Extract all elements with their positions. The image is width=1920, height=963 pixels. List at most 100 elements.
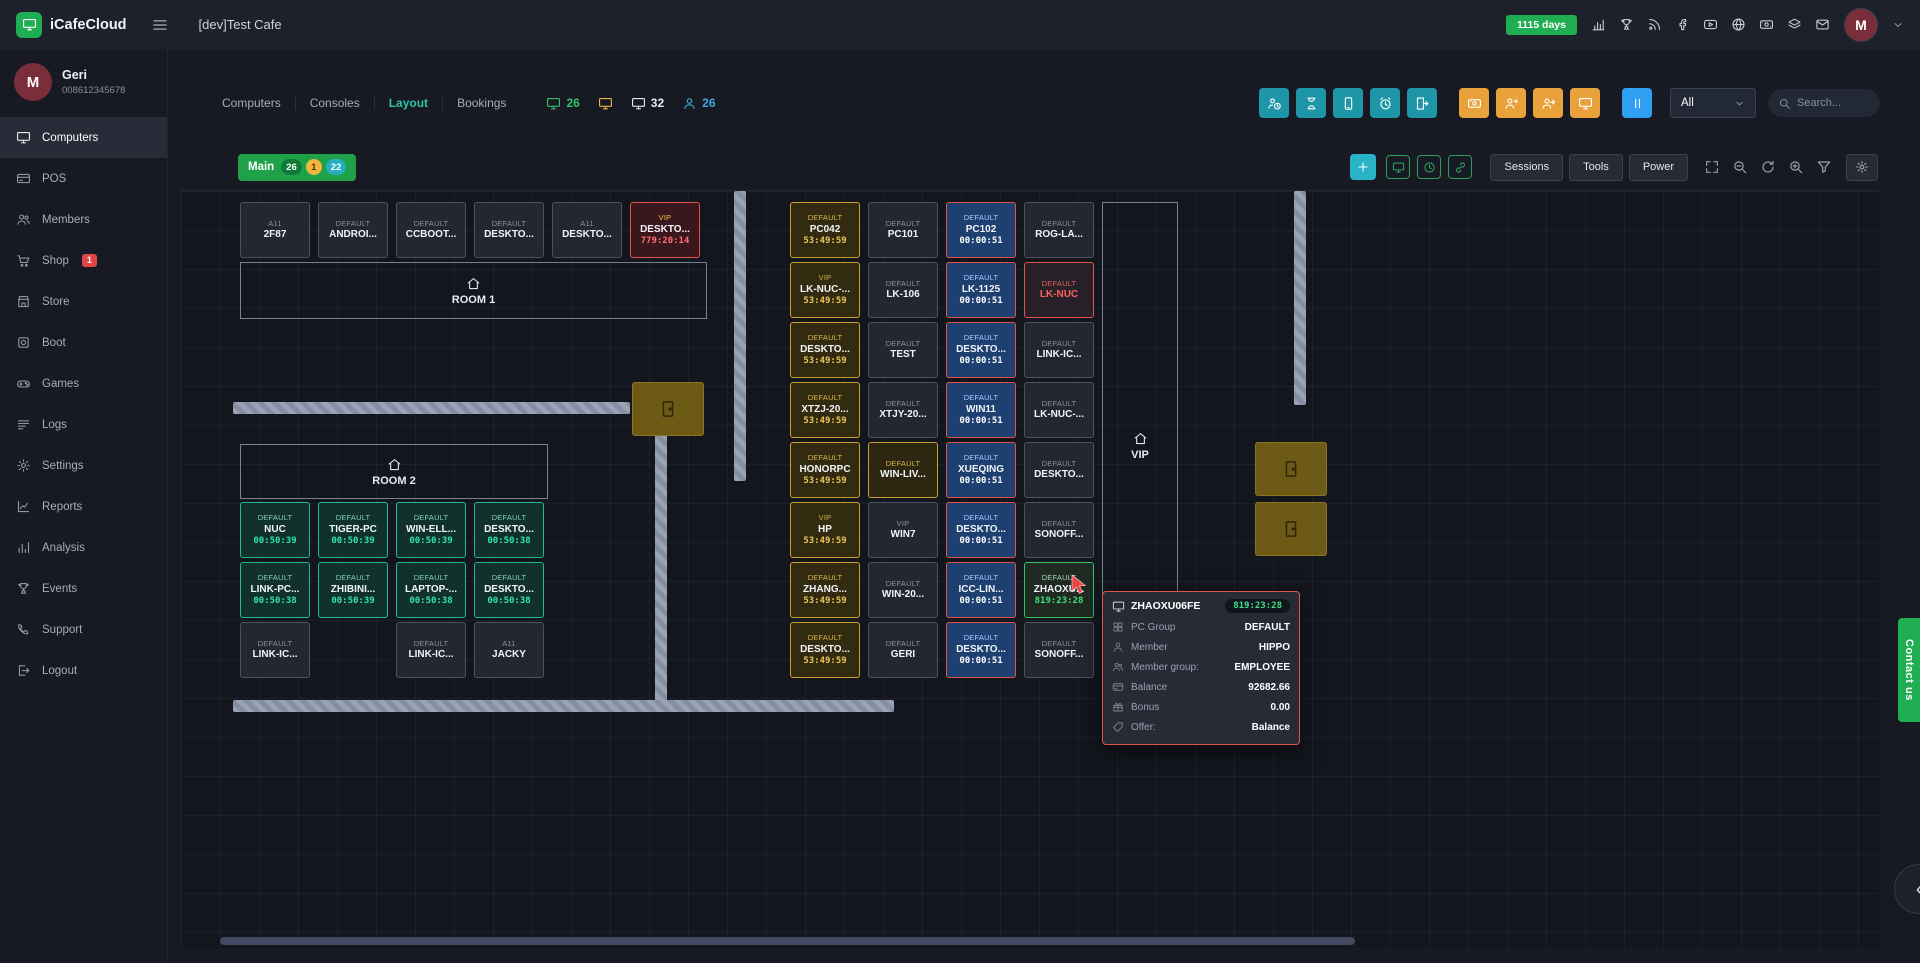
link-toggle-button[interactable] [1448,155,1472,179]
tab-bookings[interactable]: Bookings [443,97,520,110]
pc-tile-linkic[interactable]: DEFAULTLINK-IC... [1024,322,1094,378]
sidebar-item-store[interactable]: Store [0,281,167,322]
sidebar-item-boot[interactable]: Boot [0,322,167,363]
pc-tile-linkic[interactable]: DEFAULTLINK-IC... [240,622,310,678]
pc-tile-lknuc[interactable]: DEFAULTLK-NUC-... [1024,382,1094,438]
pc-tile-ccboot[interactable]: DEFAULTCCBOOT... [396,202,466,258]
pc-tile-sonoff[interactable]: DEFAULTSONOFF... [1024,502,1094,558]
pc-tile-test[interactable]: DEFAULTTEST [868,322,938,378]
pc-tile-zhang[interactable]: DEFAULTZHANG...53:49:59 [790,562,860,618]
room-tab-main[interactable]: Main 26122 [238,154,356,181]
sidebar-item-members[interactable]: Members [0,199,167,240]
zoom-out-icon[interactable] [1732,159,1748,175]
clock-toggle-button[interactable] [1417,155,1441,179]
filter-select[interactable]: All [1670,88,1756,118]
contact-us-tab[interactable]: Contact us [1898,618,1920,722]
refresh-icon[interactable] [1760,159,1776,175]
pc-tile-deskto[interactable]: VIPDESKTO...779:20:14 [630,202,700,258]
pc-tile-hp[interactable]: VIPHP53:49:59 [790,502,860,558]
subscription-days-badge[interactable]: 1115 days [1506,15,1577,35]
pc-tile-xueqing[interactable]: DEFAULTXUEQING00:00:51 [946,442,1016,498]
sidebar-item-computers[interactable]: Computers [0,117,167,158]
pc-tile-lknuc[interactable]: VIPLK-NUC-...53:49:59 [790,262,860,318]
pc-tile-honorpc[interactable]: DEFAULTHONORPC53:49:59 [790,442,860,498]
sidebar-item-games[interactable]: Games [0,363,167,404]
sidebar-item-events[interactable]: Events [0,568,167,609]
pc-tile-xtjy20[interactable]: DEFAULTXTJY-20... [868,382,938,438]
zoom-in-icon[interactable] [1788,159,1804,175]
sidebar-item-shop[interactable]: Shop1 [0,240,167,281]
pc-tile-deskto[interactable]: DEFAULTDESKTO...00:00:51 [946,622,1016,678]
facebook-icon[interactable] [1675,17,1690,32]
layout-canvas[interactable]: ROOM 1ROOM 2VIPA112F87DEFAULTANDROI...DE… [181,190,1879,948]
pc-tile-laptop[interactable]: DEFAULTLAPTOP-...00:50:38 [396,562,466,618]
sidebar-item-reports[interactable]: Reports [0,486,167,527]
tab-consoles[interactable]: Consoles [296,97,375,110]
sidebar-item-settings[interactable]: Settings [0,445,167,486]
sessions-button[interactable]: Sessions [1490,154,1563,181]
pc-tile-lknuc[interactable]: DEFAULTLK-NUC [1024,262,1094,318]
menu-toggle-icon[interactable] [151,16,169,34]
pc-tile-winliv[interactable]: DEFAULTWIN-LIV... [868,442,938,498]
pc-tile-linkpc[interactable]: DEFAULTLINK-PC...00:50:38 [240,562,310,618]
expand-icon[interactable] [1704,159,1720,175]
sidebar-item-pos[interactable]: POS [0,158,167,199]
tools-button[interactable]: Tools [1569,154,1623,181]
pc-tile-deskto[interactable]: A11DESKTO... [552,202,622,258]
pc-tile-win7[interactable]: VIPWIN7 [868,502,938,558]
search-input[interactable] [1797,97,1870,109]
exit-button[interactable] [1407,88,1437,118]
pc-tile-win20[interactable]: DEFAULTWIN-20... [868,562,938,618]
hourglass-button[interactable] [1296,88,1326,118]
user-plus-button[interactable] [1496,88,1526,118]
sidebar-user[interactable]: M Geri 008612345678 [0,49,167,111]
pc-tile-pc101[interactable]: DEFAULTPC101 [868,202,938,258]
stats-icon[interactable] [1591,17,1606,32]
pc-tile-geri[interactable]: DEFAULTGERI [868,622,938,678]
pc-tile-sonoff[interactable]: DEFAULTSONOFF... [1024,622,1094,678]
pc-tile-2f87[interactable]: A112F87 [240,202,310,258]
pc-tile-androi[interactable]: DEFAULTANDROI... [318,202,388,258]
mail-icon[interactable] [1815,17,1830,32]
pc-tile-deskto[interactable]: DEFAULTDESKTO...00:00:51 [946,502,1016,558]
globe-icon[interactable] [1731,17,1746,32]
pc-tile-deskto[interactable]: DEFAULTDESKTO... [1024,442,1094,498]
horizontal-scrollbar[interactable] [220,937,1355,945]
pc-tile-winell[interactable]: DEFAULTWIN-ELL...00:50:39 [396,502,466,558]
pc-tile-lk1125[interactable]: DEFAULTLK-112500:00:51 [946,262,1016,318]
monitor-button[interactable] [1570,88,1600,118]
pc-tile-deskto[interactable]: DEFAULTDESKTO...00:50:38 [474,562,544,618]
sidebar-item-logout[interactable]: Logout [0,650,167,691]
pc-tile-xtzj20[interactable]: DEFAULTXTZJ-20...53:49:59 [790,382,860,438]
pc-tile-tigerpc[interactable]: DEFAULTTIGER-PC00:50:39 [318,502,388,558]
pc-tile-rogla[interactable]: DEFAULTROG-LA... [1024,202,1094,258]
power-button[interactable]: Power [1629,154,1688,181]
cash-icon[interactable] [1759,17,1774,32]
monitor-toggle-button[interactable] [1386,155,1410,179]
chevron-down-icon[interactable] [1892,19,1904,31]
user-arrow-button[interactable] [1533,88,1563,118]
cash-button[interactable] [1459,88,1489,118]
pc-tile-deskto[interactable]: DEFAULTDESKTO... [474,202,544,258]
pc-tile-pc042[interactable]: DEFAULTPC04253:49:59 [790,202,860,258]
funnel-icon[interactable] [1816,159,1832,175]
pause-button[interactable] [1622,88,1652,118]
add-room-button[interactable] [1350,154,1376,180]
pc-tile-icclin[interactable]: DEFAULTICC-LIN...00:00:51 [946,562,1016,618]
pc-tile-nuc[interactable]: DEFAULTNUC00:50:39 [240,502,310,558]
pc-tile-linkic[interactable]: DEFAULTLINK-IC... [396,622,466,678]
pc-tile-jacky[interactable]: A11JACKY [474,622,544,678]
pc-tile-deskto[interactable]: DEFAULTDESKTO...00:00:51 [946,322,1016,378]
sidebar-item-analysis[interactable]: Analysis [0,527,167,568]
user-clock-button[interactable] [1259,88,1289,118]
pc-tile-lk106[interactable]: DEFAULTLK-106 [868,262,938,318]
pc-tile-deskto[interactable]: DEFAULTDESKTO...53:49:59 [790,622,860,678]
tab-computers[interactable]: Computers [222,97,296,110]
alarm-button[interactable] [1370,88,1400,118]
pc-tile-win11[interactable]: DEFAULTWIN1100:00:51 [946,382,1016,438]
user-avatar[interactable]: M [1844,8,1878,42]
trophy-icon[interactable] [1619,17,1634,32]
pc-tile-deskto[interactable]: DEFAULTDESKTO...00:50:38 [474,502,544,558]
canvas-settings-button[interactable] [1846,154,1878,181]
sidebar-item-logs[interactable]: Logs [0,404,167,445]
